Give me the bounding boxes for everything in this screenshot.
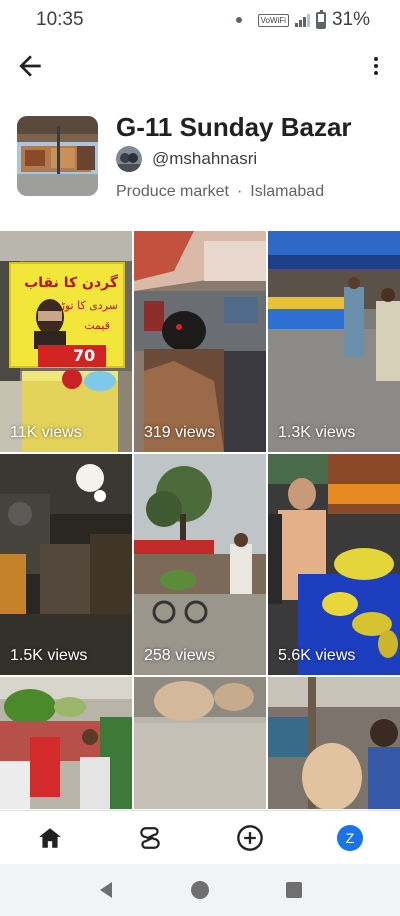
more-vert-icon <box>374 57 378 61</box>
system-recents-button[interactable] <box>282 878 306 902</box>
sign-text-line2: سردی کا توڑ <box>59 299 118 312</box>
home-icon <box>39 827 61 848</box>
system-back-button[interactable] <box>94 878 118 902</box>
video-tile[interactable]: 5.6K views <box>268 454 400 675</box>
sign-text-line3: قیمت <box>84 319 110 332</box>
video-tile[interactable]: 1.3K views <box>268 231 400 452</box>
more-options-button[interactable] <box>364 50 388 82</box>
view-count: 1.5K views <box>10 647 88 664</box>
battery-percent: 31% <box>331 9 370 30</box>
system-home-button[interactable] <box>188 878 212 902</box>
nav-create-button[interactable] <box>230 818 270 858</box>
top-app-bar <box>0 44 400 86</box>
view-count: 258 views <box>144 647 216 664</box>
place-header: G-11 Sunday Bazar @mshahnasri Produce ma… <box>0 112 400 212</box>
back-arrow-icon <box>19 55 41 77</box>
sign-text-line1: گردن کا نقاب <box>24 274 119 291</box>
nav-shorts-button[interactable] <box>130 818 170 858</box>
battery-icon <box>315 9 326 29</box>
back-button[interactable] <box>14 50 46 82</box>
video-tile[interactable]: 258 views <box>134 454 266 675</box>
nav-home-button[interactable] <box>30 818 70 858</box>
video-grid: 70 گردن کا نقاب سردی کا توڑ قیمت 11K vie… <box>0 231 400 809</box>
signal-icon <box>294 13 310 27</box>
video-tile[interactable]: 70 گردن کا نقاب سردی کا توڑ قیمت 11K vie… <box>0 231 132 452</box>
view-count: 1.3K views <box>278 424 356 441</box>
bottom-navigation: Z <box>0 810 400 864</box>
video-tile[interactable]: 1.5K views <box>0 454 132 675</box>
author-avatar[interactable] <box>116 146 142 172</box>
notification-dot-icon <box>235 17 242 23</box>
profile-avatar: Z <box>337 824 363 851</box>
nav-recents-icon <box>286 882 302 898</box>
add-circle-icon <box>237 824 263 851</box>
status-time: 10:35 <box>36 9 84 30</box>
view-count: 11K views <box>10 424 82 441</box>
place-category: Produce market <box>116 183 229 200</box>
video-tile[interactable] <box>134 677 266 809</box>
place-location: Islamabad <box>250 183 325 200</box>
place-meta: Produce market · Islamabad <box>116 183 324 201</box>
system-navigation <box>0 864 400 916</box>
sign-price: 70 <box>73 346 95 365</box>
view-count: 319 views <box>144 424 216 441</box>
author-username[interactable]: @mshahnasri <box>152 149 257 169</box>
vowifi-badge: VoWiFi <box>257 13 289 27</box>
author-row[interactable]: @mshahnasri <box>116 146 257 172</box>
status-icons: VoWiFi 31% <box>235 9 370 31</box>
nav-back-icon <box>100 882 112 898</box>
meta-separator: · <box>236 183 243 200</box>
view-count: 5.6K views <box>278 647 356 664</box>
place-thumbnail[interactable] <box>17 116 98 196</box>
place-title: G-11 Sunday Bazar <box>116 112 352 142</box>
status-bar: 10:35 VoWiFi 31% <box>0 0 400 40</box>
video-tile[interactable] <box>0 677 132 809</box>
video-tile[interactable] <box>268 677 400 809</box>
video-tile[interactable]: 319 views <box>134 231 266 452</box>
nav-home-icon <box>191 881 209 899</box>
nav-profile-button[interactable]: Z <box>330 818 370 858</box>
shorts-icon <box>140 826 160 849</box>
